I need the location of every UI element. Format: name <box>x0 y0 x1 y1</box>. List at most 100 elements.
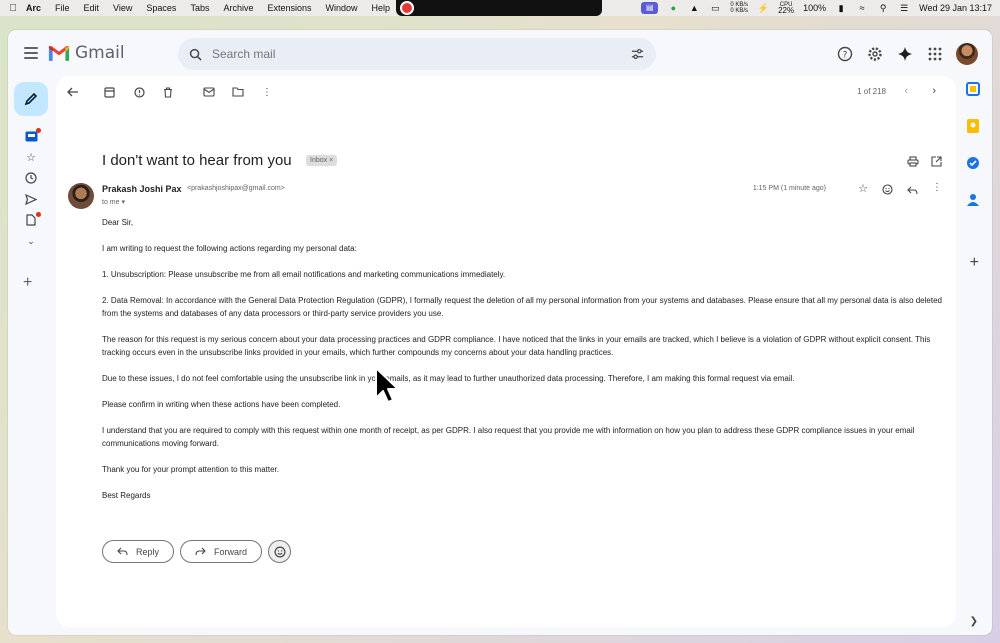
message-more-icon[interactable]: ⋮ <box>932 182 942 200</box>
emoji-icon <box>274 545 286 558</box>
reply-arrow-icon[interactable] <box>907 182 918 200</box>
battery-percent: 100% <box>803 3 827 13</box>
forward-button[interactable]: Forward <box>180 540 263 563</box>
macos-menu-bar:  Arc File Edit View Spaces Tabs Archive… <box>0 0 1000 16</box>
emoji-react-icon[interactable] <box>882 182 893 200</box>
display-icon[interactable]: ▤ <box>640 2 659 14</box>
camera-notch <box>396 0 602 16</box>
recipient-details[interactable]: to me ▾ <box>102 198 125 206</box>
menu-view[interactable]: View <box>113 3 132 13</box>
body-paragraph: 1. Unsubscription: Please unsubscribe me… <box>102 270 506 279</box>
sender-name[interactable]: Prakash Joshi Pax <box>102 184 182 194</box>
body-paragraph: I am writing to request the following ac… <box>102 244 357 253</box>
contacts-icon[interactable] <box>967 193 979 212</box>
menu-app-name[interactable]: Arc <box>26 3 41 13</box>
gmail-logo[interactable]: Gmail <box>48 42 125 64</box>
compose-button[interactable] <box>14 82 48 116</box>
move-to-folder-icon[interactable] <box>231 85 245 99</box>
body-paragraph: I understand that you are required to co… <box>102 426 915 448</box>
apple-icon[interactable]:  <box>0 3 26 14</box>
body-paragraph: Dear Sir, <box>102 218 134 227</box>
search-options-icon[interactable] <box>631 47 644 65</box>
calendar-icon[interactable] <box>966 82 980 101</box>
reply-button[interactable]: Reply <box>102 540 175 563</box>
svg-text:?: ? <box>843 51 848 61</box>
left-nav-rail: ☆ ⌄ <box>22 128 41 247</box>
plug-icon[interactable]: ⚡ <box>757 3 769 13</box>
delete-trash-icon[interactable] <box>161 85 175 99</box>
print-icon[interactable] <box>907 154 919 172</box>
search-icon[interactable] <box>178 48 212 61</box>
menu-file[interactable]: File <box>55 3 70 13</box>
menu-tabs[interactable]: Tabs <box>190 3 209 13</box>
body-paragraph: Please confirm in writing when these act… <box>102 400 341 409</box>
gemini-sparkle-icon[interactable] <box>896 45 914 63</box>
control-center-icon[interactable]: ☰ <box>898 3 910 13</box>
newer-chevron-icon[interactable]: ‹ <box>904 85 908 97</box>
app-icon[interactable]: ▲ <box>688 3 700 13</box>
sent-icon[interactable] <box>23 193 39 205</box>
menu-extensions[interactable]: Extensions <box>267 3 311 13</box>
starred-icon[interactable]: ☆ <box>23 151 39 164</box>
hide-panel-chevron-icon[interactable]: ❯ <box>970 616 978 627</box>
remove-label-icon[interactable]: × <box>329 157 333 164</box>
pencil-icon <box>24 92 38 106</box>
body-paragraph: 2. Data Removal: In accordance with the … <box>102 296 942 318</box>
reply-icon <box>117 547 128 556</box>
body-paragraph: The reason for this request is my seriou… <box>102 335 931 357</box>
snoozed-clock-icon[interactable] <box>23 172 39 184</box>
browser-window: Gmail ? ☆ ⌄ + <box>8 30 992 635</box>
reply-label: Reply <box>136 546 160 557</box>
tasks-icon[interactable] <box>966 156 980 175</box>
details-dropdown-icon[interactable]: ▾ <box>121 199 125 206</box>
main-menu-icon[interactable] <box>24 47 38 62</box>
network-speed: 0 KB/s 0 KB/s <box>730 2 749 14</box>
help-icon[interactable]: ? <box>836 45 854 63</box>
archive-icon[interactable] <box>102 85 116 99</box>
search-bar[interactable] <box>178 38 656 70</box>
mark-unread-icon[interactable] <box>202 85 216 99</box>
menu-edit[interactable]: Edit <box>84 3 100 13</box>
more-chevron-down-icon[interactable]: ⌄ <box>23 235 39 247</box>
apps-grid-icon[interactable] <box>926 45 944 63</box>
battery-icon[interactable]: ▮ <box>835 3 847 13</box>
search-icon[interactable]: ⚲ <box>877 3 889 13</box>
add-reaction-button[interactable] <box>268 540 292 563</box>
wifi-icon[interactable]: ≈ <box>856 3 868 13</box>
body-paragraph: Best Regards <box>102 491 151 500</box>
search-input[interactable] <box>212 47 612 61</box>
menu-window[interactable]: Window <box>326 3 358 13</box>
star-icon[interactable]: ☆ <box>858 182 868 200</box>
sender-avatar[interactable] <box>68 183 94 209</box>
open-new-window-icon[interactable] <box>931 154 942 172</box>
inbox-label-badge[interactable]: Inbox × <box>306 155 338 166</box>
get-addons-plus-icon[interactable]: + <box>970 254 979 272</box>
message-toolbar: ⋮ 1 of 218 ‹ › <box>56 76 956 106</box>
account-avatar[interactable] <box>956 43 978 65</box>
menubar-clock[interactable]: Wed 29 Jan 13:17 <box>919 3 992 13</box>
menu-spaces[interactable]: Spaces <box>146 3 176 13</box>
older-chevron-icon[interactable]: › <box>932 85 936 97</box>
back-arrow-icon[interactable] <box>66 85 80 99</box>
forward-icon <box>195 547 206 556</box>
side-panel <box>962 82 984 212</box>
message-timestamp: 1:15 PM (1 minute ago) <box>752 185 826 192</box>
settings-gear-icon[interactable] <box>866 45 884 63</box>
email-subject: I don't want to hear from you <box>102 152 292 169</box>
new-label-plus-icon[interactable]: + <box>23 274 32 292</box>
menu-archive[interactable]: Archive <box>223 3 253 13</box>
menu-help[interactable]: Help <box>372 3 391 13</box>
screen-record-icon[interactable] <box>400 1 414 15</box>
window-icon[interactable]: ▭ <box>709 3 721 13</box>
forward-label: Forward <box>214 546 248 557</box>
report-spam-icon[interactable] <box>132 85 146 99</box>
drafts-icon[interactable] <box>23 212 41 226</box>
gmail-wordmark: Gmail <box>75 43 125 63</box>
more-options-icon[interactable]: ⋮ <box>260 85 274 99</box>
body-paragraph: Thank you for your prompt attention to t… <box>102 465 279 474</box>
inbox-icon[interactable] <box>23 128 41 142</box>
whatsapp-icon[interactable]: ● <box>667 3 679 13</box>
sender-email: <prakashjoshipax@gmail.com> <box>187 185 285 192</box>
keep-icon[interactable] <box>967 119 979 138</box>
gmail-m-icon <box>48 45 70 61</box>
